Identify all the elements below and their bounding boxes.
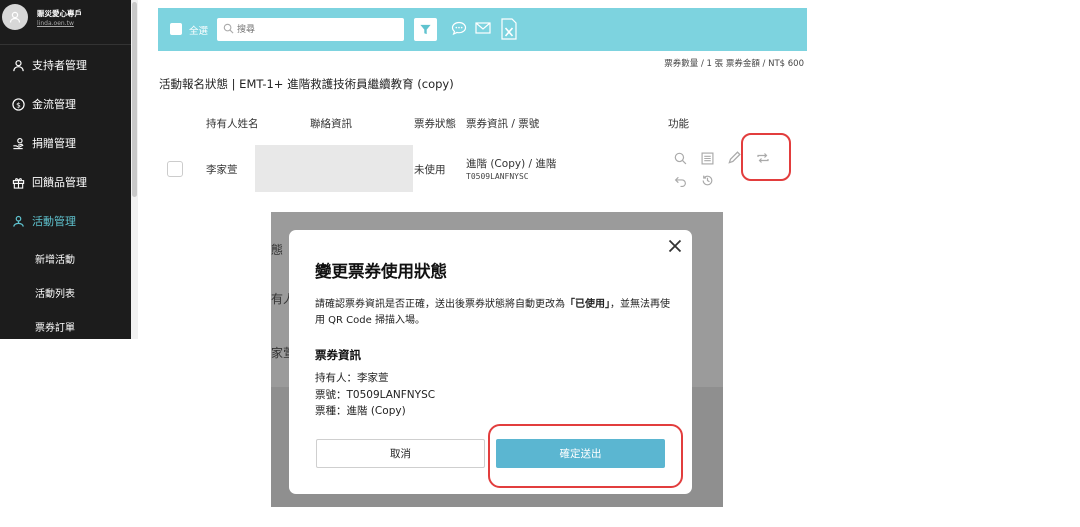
sidebar-item-donations[interactable]: 捐贈管理 <box>0 131 131 155</box>
ticket-number: T0509LANFNYSC <box>466 172 529 181</box>
sidebar-subitem-ticket-orders[interactable]: 票券訂單 <box>35 319 75 334</box>
avatar[interactable] <box>2 4 28 30</box>
ticket-holder-line: 持有人：李家萱 <box>315 372 389 384</box>
ticket-type: 進階 (Copy) / 進階 <box>466 158 557 170</box>
highlight-change-status <box>741 133 791 181</box>
sidebar-scrollbar[interactable] <box>131 0 138 339</box>
dollar-icon: $ <box>11 97 25 111</box>
ticket-table: 持有人姓名 聯絡資訊 票券狀態 票券資訊 / 票號 功能 李家萱 未使用 進階 … <box>158 105 807 198</box>
header-contact: 聯絡資訊 <box>310 118 352 130</box>
sidebar-item-label: 回饋品管理 <box>32 176 87 189</box>
toolbar: 全選 <box>158 8 807 51</box>
close-icon[interactable] <box>667 238 683 254</box>
sidebar-item-label: 金流管理 <box>32 98 76 111</box>
header-ticket: 票券資訊 / 票號 <box>466 118 540 130</box>
ticket-type-line: 票種：進階 (Copy) <box>315 405 406 417</box>
user-block: 賑災愛心專戶 linda.oen.tw <box>0 0 131 45</box>
undo-icon[interactable] <box>672 172 688 188</box>
row-checkbox[interactable] <box>167 161 183 177</box>
mail-icon[interactable] <box>475 21 491 35</box>
scrollbar-thumb[interactable] <box>132 2 137 197</box>
user-link[interactable]: linda.oen.tw <box>37 20 74 27</box>
dialog-message: 請確認票券資訊是否正確，送出後票券狀態將自動更改為「已使用」，並無法再使用 QR… <box>315 297 675 329</box>
header-holder: 持有人姓名 <box>206 118 259 130</box>
cancel-button[interactable]: 取消 <box>316 439 485 468</box>
search-icon <box>223 23 234 34</box>
search-input[interactable] <box>237 22 397 37</box>
sidebar-item-supporters[interactable]: 支持者管理 <box>0 53 131 77</box>
filter-icon <box>420 24 431 35</box>
sidebar-item-events[interactable]: 活動管理 <box>0 209 131 233</box>
sidebar-subitem-new-event[interactable]: 新增活動 <box>35 251 75 266</box>
search-box[interactable] <box>217 18 404 41</box>
chat-icon[interactable] <box>451 21 467 36</box>
ticket-number-line: 票號：T0509LANFNYSC <box>315 389 436 401</box>
history-icon[interactable] <box>699 172 715 188</box>
contact-info-redacted <box>255 145 413 192</box>
sidebar-item-payments[interactable]: $ 金流管理 <box>0 92 131 116</box>
excel-icon[interactable] <box>501 18 517 40</box>
sidebar-item-label: 捐贈管理 <box>32 137 76 150</box>
dialog-message-part: 請確認票券資訊是否正確，送出後票券狀態將自動更改為 <box>315 299 565 310</box>
dialog-title: 變更票券使用狀態 <box>315 262 447 281</box>
sidebar-item-label: 支持者管理 <box>32 59 87 72</box>
ticket-info-title: 票券資訊 <box>315 348 361 362</box>
sidebar-item-label: 活動管理 <box>32 215 76 228</box>
sidebar: 賑災愛心專戶 linda.oen.tw 支持者管理 $ 金流管理 捐贈管理 回饋… <box>0 0 131 339</box>
ticket-status: 未使用 <box>414 164 446 176</box>
sidebar-item-gifts[interactable]: 回饋品管理 <box>0 170 131 194</box>
donate-icon <box>11 136 25 150</box>
header-status: 票券狀態 <box>414 118 456 130</box>
select-all-label: 全選 <box>189 26 209 37</box>
screen: 賑災愛心專戶 linda.oen.tw 支持者管理 $ 金流管理 捐贈管理 回饋… <box>0 0 1080 527</box>
gift-icon <box>11 175 25 189</box>
page-title: 活動報名狀態 | EMT-1+ 進階救護技術員繼續教育 (copy) <box>159 77 454 91</box>
sidebar-subitem-event-list[interactable]: 活動列表 <box>35 285 75 300</box>
view-icon[interactable] <box>672 150 688 166</box>
dialog-message-emphasis: 「已使用」 <box>565 299 610 310</box>
ticket-totals: 票券數量 / 1 張 票券金額 / NT$ 600 <box>664 59 804 69</box>
person-icon <box>11 58 25 72</box>
edit-icon[interactable] <box>726 150 742 166</box>
header-actions: 功能 <box>668 118 689 130</box>
background-ghost-text: 態 <box>271 243 284 257</box>
user-name: 賑災愛心專戶 <box>37 9 82 18</box>
holder-name: 李家萱 <box>206 164 238 176</box>
select-all-checkbox[interactable] <box>170 23 182 35</box>
highlight-confirm-button <box>488 424 683 488</box>
detail-list-icon[interactable] <box>699 150 715 166</box>
svg-text:$: $ <box>16 100 21 109</box>
filter-button[interactable] <box>414 18 437 41</box>
user-icon <box>9 11 21 23</box>
event-icon <box>11 214 25 228</box>
